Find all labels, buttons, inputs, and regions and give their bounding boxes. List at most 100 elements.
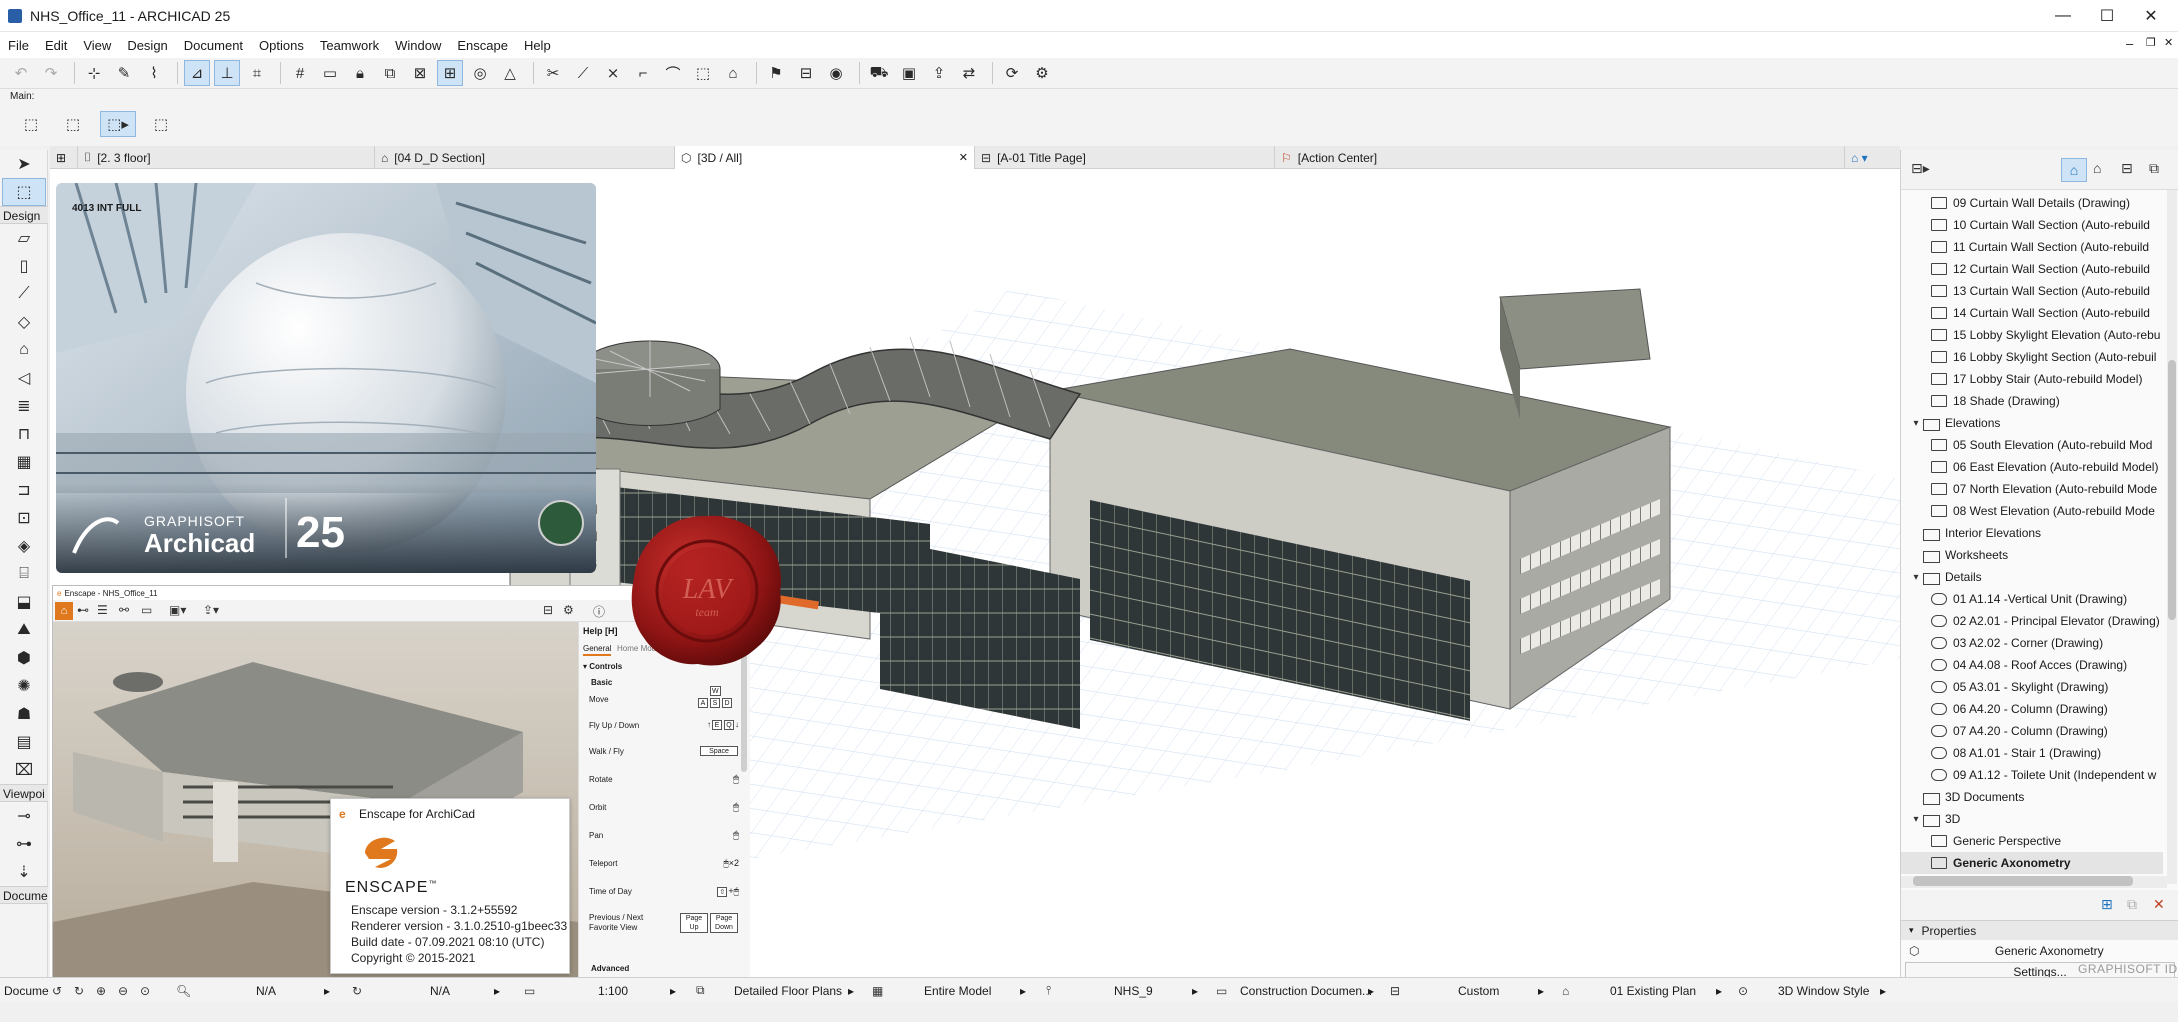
group-icon[interactable]: ⧉ [377,60,403,86]
zone-tool-icon[interactable]: ⬓ [2,588,46,616]
enscape-display-icon[interactable]: ▭ [141,603,152,617]
trace-reference-icon[interactable]: ◎ [467,60,493,86]
doc-restore-icon[interactable]: ❐ [2146,36,2156,49]
enscape-export-icon[interactable]: ⇪▾ [203,603,219,617]
na2-dropdown-icon[interactable]: ▸ [494,978,500,1003]
enscape-vr-icon[interactable]: ⚯ [119,603,129,617]
enscape-book-icon[interactable]: ⊟ [543,603,553,617]
navigator-item[interactable]: Generic Perspective [1901,830,2163,852]
navigator-item[interactable]: 11 Curtain Wall Section (Auto-rebuild [1901,236,2163,258]
rotation-icon[interactable]: ↻ [352,978,362,1003]
intersect-icon[interactable]: ⨯ [600,60,626,86]
navigator-item[interactable]: 03 A2.02 - Corner (Drawing) [1901,632,2163,654]
beam-tool-icon[interactable]: ⟋ [2,280,46,308]
menu-enscape[interactable]: Enscape [449,38,516,53]
model-view-dropdown-icon[interactable]: ▸ [1020,978,1026,1003]
close-tab-icon[interactable]: ✕ [959,151,968,164]
doc-close-icon[interactable]: ✕ [2164,36,2173,49]
menu-options[interactable]: Options [251,38,312,53]
suspend-groups-icon[interactable]: ⊠ [407,60,433,86]
expand-caret-icon[interactable]: ▾ [1909,572,1923,583]
marquee-icon[interactable]: ⬚▸ [100,111,136,137]
enscape-list-icon[interactable]: ☰ [97,603,108,617]
status-scale[interactable]: 1:100 [598,978,628,1003]
view-map-icon[interactable]: ⌂ [2093,160,2101,176]
window-tool-icon[interactable]: ⊡ [2,504,46,532]
graphisoft-id-brand[interactable]: GRAPHISOFT ID [2078,962,2178,976]
navigator-item[interactable]: 07 A4.20 - Column (Drawing) [1901,720,2163,742]
undo-icon[interactable]: ↶ [8,60,34,86]
enscape-info-icon[interactable]: ⓘ [593,603,605,620]
navigator-item[interactable]: 09 Curtain Wall Details (Drawing) [1901,192,2163,214]
enscape-screenshot-icon[interactable]: ▣▾ [169,603,186,617]
navigator-item[interactable]: Interior Elevations [1901,522,2163,544]
redo-icon[interactable]: ↷ [38,60,64,86]
status-model-view[interactable]: Entire Model [924,978,991,1003]
elevation-tool-icon[interactable]: ⊶ [2,830,46,858]
navigator-item[interactable]: 09 A1.12 - Toilete Unit (Independent w [1901,764,2163,786]
navigator-scroll-thumb[interactable] [2168,360,2176,620]
enscape-home-icon[interactable]: ⌂ [55,602,73,620]
guide-lines-icon[interactable]: ⊿ [184,60,210,86]
navigator-item[interactable]: 07 North Elevation (Auto-rebuild Mode [1901,478,2163,500]
orbit-icon[interactable]: 🔍︎ [176,978,191,1003]
snap-guides-icon[interactable]: ⊥ [214,60,240,86]
navigator-item[interactable]: 06 East Elevation (Auto-rebuild Model) [1901,456,2163,478]
new-view-icon[interactable]: ⊞ [2101,896,2113,913]
layout-icon[interactable]: ⊟ [793,60,819,86]
navigator-item[interactable]: 13 Curtain Wall Section (Auto-rebuild [1901,280,2163,302]
fit-window-icon[interactable]: ⊙ [140,978,150,1003]
tab-3-floor[interactable]: ⌷ [2. 3 floor] [78,146,375,169]
publisher-sets-icon[interactable]: ⧉ [2149,160,2159,177]
navigator-item[interactable]: 3D Documents [1901,786,2163,808]
project-map-icon[interactable]: ⌂ [2061,158,2087,182]
roof-tool-icon[interactable]: ⌂ [2,336,46,364]
snap-points-icon[interactable]: ⌗ [244,60,270,86]
dimension-dropdown-icon[interactable]: ▸ [1538,978,1544,1003]
pick-up-parameters-icon[interactable]: ⊹ [81,60,107,86]
redo-zoom-icon[interactable]: ↻ [74,978,84,1003]
navigator-item[interactable]: 08 West Elevation (Auto-rebuild Mode [1901,500,2163,522]
minimize-button[interactable]: — [2038,0,2088,32]
selection-rotated-icon[interactable]: ⬚ [60,111,86,137]
tab-a01-title-page[interactable]: ⊟ [A-01 Title Page] [975,146,1275,169]
menu-file[interactable]: File [0,38,37,53]
status-na-2[interactable]: N/A [430,978,450,1003]
expand-caret-icon[interactable]: ▾ [1909,814,1923,825]
navigator-item[interactable]: 10 Curtain Wall Section (Auto-rebuild [1901,214,2163,236]
navigator-item[interactable]: ▾ Elevations [1901,412,2163,434]
lock-icon[interactable]: 🔒︎ [347,60,373,86]
menu-document[interactable]: Document [176,38,251,53]
menu-edit[interactable]: Edit [37,38,75,53]
status-renovation-filter[interactable]: 01 Existing Plan [1610,978,1696,1003]
navigator-item[interactable]: ▾ 3D [1901,808,2163,830]
clone-view-icon[interactable]: ⧉ [2127,896,2137,913]
status-3d-window-style[interactable]: 3D Window Style [1778,978,1869,1003]
navigator-item[interactable]: ▾ Details [1901,566,2163,588]
section-tool-icon[interactable]: ⊸ [2,802,46,830]
menu-design[interactable]: Design [119,38,175,53]
navigator-item[interactable]: Worksheets [1901,544,2163,566]
properties-collapse-icon[interactable]: ▾ [1909,925,1914,936]
roof-icon[interactable]: ⌂ [720,60,746,86]
zoom-out-icon[interactable]: ⊖ [118,978,128,1003]
navigator-item[interactable]: 06 A4.20 - Column (Drawing) [1901,698,2163,720]
fillet-icon[interactable]: ⌐ [630,60,656,86]
offset-icon[interactable]: ⌒ [660,60,686,86]
arrow-tool-icon[interactable]: ➤ [2,150,46,178]
navigator-item[interactable]: 01 A1.14 -Vertical Unit (Drawing) [1901,588,2163,610]
status-pen-set[interactable]: NHS_9 [1114,978,1153,1003]
adjust-icon[interactable]: ⟋ [570,60,596,86]
properties-header[interactable]: ▾ Properties [1901,920,2178,940]
layout-book-icon[interactable]: ⊟ [2121,160,2133,177]
delete-view-icon[interactable]: ✕ [2153,896,2165,913]
navigator-tree-menu-icon[interactable]: ⊟▸ [1911,160,1930,177]
grid-snap-icon[interactable]: # [287,60,313,86]
inject-parameters-icon[interactable]: ⌇ [141,60,167,86]
flag-icon[interactable]: ⚑ [763,60,789,86]
worksheet-tool-icon[interactable]: ⇣ [2,858,46,886]
skylight-tool-icon[interactable]: ◈ [2,532,46,560]
pen-set-dropdown-icon[interactable]: ▸ [1192,978,1198,1003]
navigator-item[interactable]: 14 Curtain Wall Section (Auto-rebuild [1901,302,2163,324]
publish-icon[interactable]: ⇪ [926,60,952,86]
